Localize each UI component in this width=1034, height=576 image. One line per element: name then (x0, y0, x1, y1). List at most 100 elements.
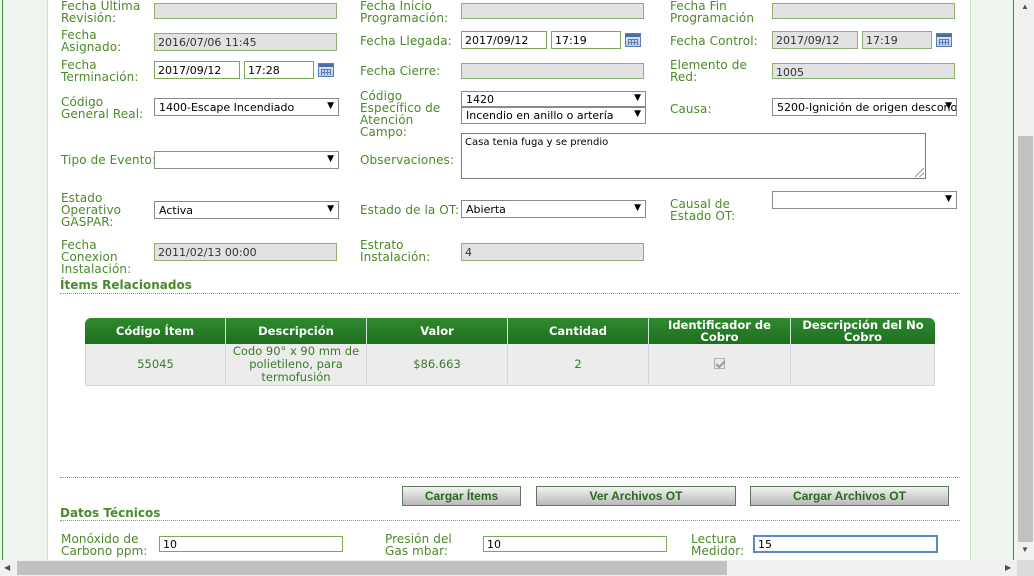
label-monoxido: Monóxido de Carbono ppm: (61, 532, 148, 558)
scroll-left-icon[interactable]: ◀ (4, 563, 10, 572)
tipo-evento-select[interactable]: ▼ (154, 151, 339, 169)
label-elemento-red: Elemento de Red: (670, 58, 747, 84)
column-header[interactable]: Código Ítem (85, 318, 226, 344)
fecha-terminacion-date-input[interactable]: 2017/09/12 (154, 61, 240, 79)
calendar-icon[interactable] (318, 63, 334, 77)
scrollbar-corner (1017, 560, 1034, 576)
scroll-up-icon[interactable]: ▲ (1021, 2, 1029, 11)
label-tipo-evento: Tipo de Evento: (61, 153, 157, 167)
atencion-campo-value: Incendio en anillo o artería (466, 109, 614, 122)
fecha-terminacion-time-input[interactable]: 17:28 (244, 61, 314, 79)
label-fecha-control: Fecha Control: (670, 34, 758, 48)
vertical-scrollbar[interactable]: ▲ ▼ (1017, 0, 1034, 560)
lectura-medidor-input[interactable]: 15 (753, 535, 938, 553)
datos-tecnicos-title: Datos Técnicos (60, 506, 161, 520)
cell-desc-no-cobro (791, 344, 935, 386)
column-header[interactable]: Identificador de Cobro (649, 318, 791, 344)
fecha-conexion-field: 2011/02/13 00:00 (154, 243, 337, 261)
items-section-title: Ítems Relacionados (60, 278, 192, 292)
label-observaciones: Observaciones: (360, 153, 455, 167)
chevron-down-icon: ▼ (327, 101, 334, 111)
chevron-down-icon: ▼ (327, 204, 334, 214)
fecha-asignado-field: 2016/07/06 11:45 (154, 33, 337, 51)
column-header[interactable]: Descripción del No Cobro (791, 318, 935, 344)
label-codigo-especifico: Código Específico de Atención Campo: (360, 89, 441, 139)
codigo-especifico-select[interactable]: 1420 ▼ (461, 91, 646, 107)
resize-grip-icon[interactable] (915, 168, 924, 177)
cell-descripcion: Codo 90° x 90 mm de polietileno, para te… (226, 344, 367, 386)
chevron-down-icon: ▼ (327, 154, 334, 164)
right-margin (970, 0, 1017, 560)
observaciones-textarea[interactable] (461, 133, 926, 179)
section-divider (60, 477, 960, 478)
atencion-campo-select[interactable]: Incendio en anillo o artería ▼ (461, 107, 646, 124)
table-header-row: Código Ítem Descripción Valor Cantidad I… (85, 318, 935, 344)
fecha-control-date-field: 2017/09/12 (772, 31, 858, 49)
identificador-cobro-checkbox[interactable] (714, 357, 725, 369)
items-table: Código Ítem Descripción Valor Cantidad I… (85, 318, 935, 386)
causal-estado-select[interactable]: ▼ (772, 191, 957, 209)
codigo-especifico-value: 1420 (466, 93, 494, 106)
right-border-line (1013, 0, 1014, 560)
scroll-right-icon[interactable]: ▶ (1005, 563, 1011, 572)
causa-value: 5200-Ignición de origen descono (777, 101, 957, 114)
fecha-llegada-date-input[interactable]: 2017/09/12 (461, 31, 547, 49)
label-fecha-terminacion: Fecha Terminación: (61, 58, 139, 84)
label-fecha-conexion: Fecha Conexion Instalación: (61, 238, 132, 276)
column-header[interactable]: Valor (367, 318, 508, 344)
cargar-archivos-ot-button[interactable]: Cargar Archivos OT (750, 486, 949, 506)
label-presion: Presión del Gas mbar: (385, 532, 452, 558)
label-causa: Causa: (670, 102, 712, 116)
label-fecha-llegada: Fecha Llegada: (360, 34, 452, 48)
calendar-icon[interactable] (625, 33, 641, 47)
label-fecha-inicio-programacion: Fecha Inicio Programación: (360, 0, 449, 25)
cell-cantidad: 2 (508, 344, 649, 386)
table-row: 55045 Codo 90° x 90 mm de polietileno, p… (85, 344, 935, 386)
cell-valor: $86.663 (367, 344, 508, 386)
section-divider (60, 293, 960, 294)
presion-input[interactable]: 10 (483, 536, 667, 552)
cargar-items-button[interactable]: Cargar Ítems (402, 486, 521, 506)
chevron-down-icon: ▼ (634, 109, 641, 119)
column-header[interactable]: Cantidad (508, 318, 649, 344)
vertical-scroll-thumb[interactable] (1018, 136, 1033, 542)
column-header[interactable]: Descripción (226, 318, 367, 344)
scroll-down-icon[interactable]: ▼ (1021, 545, 1029, 554)
chevron-down-icon: ▼ (634, 93, 641, 103)
horizontal-scrollbar[interactable]: ◀ ▶ (0, 560, 1017, 576)
elemento-red-field: 1005 (772, 63, 955, 79)
label-lectura: Lectura Medidor: (691, 532, 745, 558)
fecha-inicio-programacion-field (461, 3, 644, 19)
estado-ot-select[interactable]: Abierta ▼ (461, 200, 646, 218)
causa-select[interactable]: 5200-Ignición de origen descono ▼ (772, 98, 957, 116)
section-divider (60, 520, 960, 521)
fecha-cierre-field (461, 63, 644, 79)
cell-codigo: 55045 (85, 344, 226, 386)
estado-ot-value: Abierta (466, 203, 506, 216)
ver-archivos-ot-button[interactable]: Ver Archivos OT (536, 486, 736, 506)
label-estrato: Estrato Instalación: (360, 238, 431, 264)
horizontal-scroll-thumb[interactable] (17, 561, 727, 575)
monoxido-input[interactable]: 10 (159, 536, 343, 552)
codigo-general-value: 1400-Escape Incendiado (159, 101, 295, 114)
label-fecha-fin-programacion: Fecha Fin Programación (670, 0, 755, 25)
codigo-general-select[interactable]: 1400-Escape Incendiado ▼ (154, 98, 339, 116)
chevron-down-icon: ▼ (945, 194, 952, 204)
label-estado-operativo: Estado Operativo GASPAR: (61, 191, 122, 229)
left-margin (0, 0, 48, 560)
chevron-down-icon: ▼ (634, 203, 641, 213)
cell-identificador-cobro (649, 344, 791, 386)
estado-operativo-select[interactable]: Activa ▼ (154, 201, 339, 219)
calendar-icon[interactable] (936, 33, 952, 47)
estado-operativo-value: Activa (159, 204, 193, 217)
fecha-llegada-time-input[interactable]: 17:19 (551, 31, 621, 49)
label-causal-estado: Causal de Estado OT: (670, 197, 736, 223)
label-fecha-asignado: Fecha Asignado: (61, 28, 122, 54)
estrato-field: 4 (461, 243, 644, 261)
fecha-control-time-field: 17:19 (862, 31, 932, 49)
label-fecha-ultima-revision: Fecha Ultima Revisión: (61, 0, 141, 25)
label-estado-ot: Estado de la OT: (360, 203, 460, 217)
fecha-ultima-revision-field (154, 3, 337, 19)
label-codigo-general: Código General Real: (61, 95, 144, 121)
fecha-fin-programacion-field (772, 3, 955, 19)
